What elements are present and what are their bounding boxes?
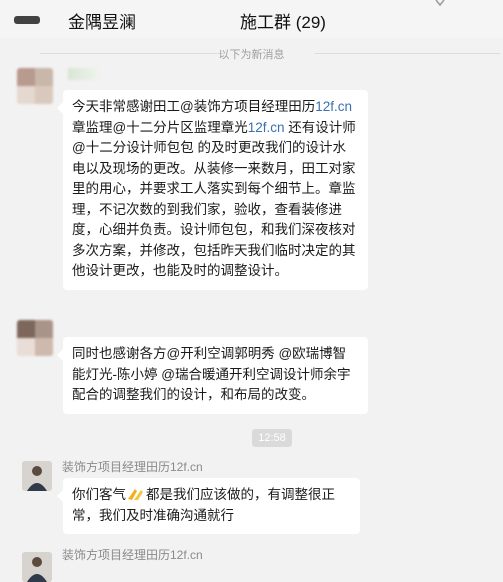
- sender-name: 装饰方项目经理田历12f.cn: [62, 460, 203, 474]
- message-bubble[interactable]: 今天非常感谢田工@装饰方项目经理田历12f.cn 章监理@十二分片区监理章光12…: [57, 90, 368, 290]
- chat-title: 金隅昱澜: [68, 13, 136, 32]
- divider-line: [315, 53, 500, 54]
- new-messages-label: 以下为新消息: [218, 49, 285, 61]
- message-bubble[interactable]: 同时也感谢各方@开利空调郭明秀 @欧瑞博智能灯光-陈小婷 @瑞合暖通开利空调设计…: [57, 337, 368, 414]
- title-redaction: [148, 9, 238, 29]
- person-icon: [22, 552, 52, 582]
- message-text: 还有设计师@十二分设计师包包 的及时更改我们的设计水电以及现场的更改。从装修一来…: [72, 119, 356, 279]
- new-messages-divider: 以下为新消息: [0, 44, 503, 62]
- message-link[interactable]: 12f.cn: [315, 99, 352, 114]
- chat-header: 金隅昱澜 施工群 (29): [0, 0, 503, 38]
- message-link[interactable]: 12f.cn: [248, 120, 285, 135]
- chat-title-suffix: 施工群 (29): [240, 13, 326, 32]
- sender-name: 装饰方项目经理田历12f.cn: [62, 548, 203, 562]
- message-text: 同时也感谢各方@开利空调郭明秀 @欧瑞博智能灯光-陈小婷 @瑞合暖通开利空调设计…: [72, 346, 351, 402]
- message-bubble[interactable]: 你们客气 都是我们应该做的，有调整很正常，我们及时准确沟通就行: [57, 478, 360, 534]
- avatar[interactable]: [22, 461, 52, 491]
- more-icon[interactable]: [432, 0, 448, 10]
- message-text: 你们客气: [72, 487, 126, 502]
- back-icon[interactable]: [12, 10, 42, 28]
- clap-emoji-icon: [128, 489, 143, 500]
- message-text: 今天非常感谢田工@装饰方项目经理田历: [72, 99, 316, 114]
- timestamp: 12:58: [252, 429, 292, 447]
- person-icon: [22, 461, 52, 491]
- sender-name-redacted: [68, 68, 98, 80]
- avatar[interactable]: [17, 320, 53, 356]
- avatar[interactable]: [22, 552, 52, 582]
- avatar[interactable]: [17, 68, 53, 104]
- message-text: 章监理@十二分片区监理章光: [72, 119, 248, 135]
